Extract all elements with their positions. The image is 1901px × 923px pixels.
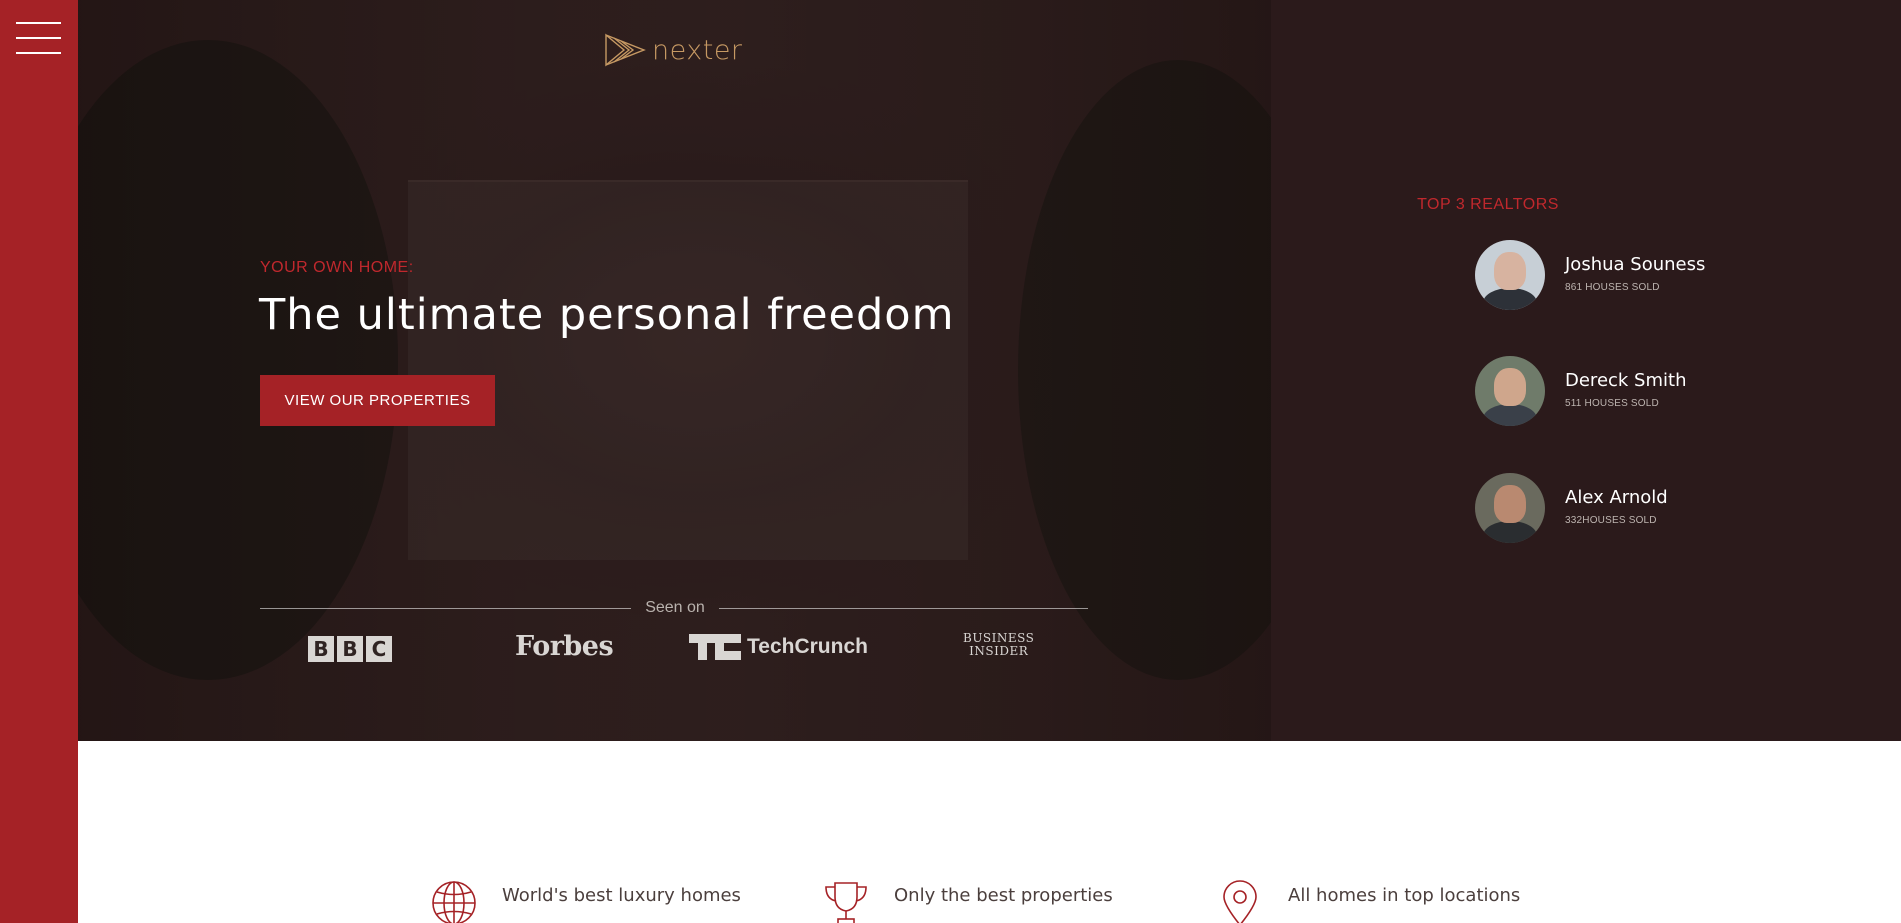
hero-subtitle: YOUR OWN HOME: — [260, 259, 414, 276]
avatar — [1475, 473, 1545, 543]
seen-on-divider: Seen on — [260, 598, 1088, 620]
background-photo-tree — [1018, 60, 1271, 680]
feature-label: Only the best properties — [894, 885, 1113, 906]
hero-title: The ultimate personal freedom — [259, 290, 955, 340]
realtors-title: TOP 3 REALTORS — [1417, 196, 1559, 213]
trophy-icon — [825, 882, 867, 923]
divider-line — [719, 608, 1088, 609]
realtor-card[interactable]: Alex Arnold 332HOUSES SOLD — [1475, 473, 1795, 543]
menu-bar — [16, 37, 61, 39]
feature-item: World's best luxury homes — [430, 879, 741, 923]
feature-item: Only the best properties — [822, 879, 1113, 923]
avatar-face — [1494, 485, 1526, 523]
bbc-logo: B B C — [308, 636, 392, 662]
divider-line — [260, 608, 631, 609]
realtor-houses-sold: 332HOUSES SOLD — [1565, 515, 1657, 526]
background-photo-tree — [78, 40, 398, 680]
forbes-logo: Forbes — [515, 631, 614, 662]
business-insider-line: INSIDER — [969, 644, 1029, 658]
globe-icon — [432, 881, 476, 923]
avatar-body — [1483, 288, 1537, 310]
avatar-face — [1494, 368, 1526, 406]
bbc-logo-letter: B — [337, 636, 363, 662]
avatar-body — [1483, 521, 1537, 543]
avatar-face — [1494, 252, 1526, 290]
feature-item: All homes in top locations — [1216, 879, 1520, 923]
realtor-name: Dereck Smith — [1565, 370, 1687, 391]
bbc-logo-letter: B — [308, 636, 334, 662]
sidebar — [0, 0, 78, 923]
techcrunch-mark-icon — [689, 634, 741, 660]
brand-logo[interactable]: nexter — [604, 32, 743, 68]
techcrunch-logo: TechCrunch — [689, 634, 868, 660]
realtors-panel: TOP 3 REALTORS Joshua Souness 861 HOUSES… — [1271, 0, 1901, 741]
avatar-body — [1483, 404, 1537, 426]
bbc-logo-letter: C — [366, 636, 392, 662]
seen-on-label: Seen on — [645, 599, 705, 616]
hamburger-menu-icon[interactable] — [16, 20, 61, 56]
logo-play-icon — [605, 33, 646, 67]
menu-bar — [16, 52, 61, 54]
brand-name: nexter — [652, 34, 743, 66]
map-pin-icon — [1223, 880, 1257, 923]
realtor-houses-sold: 511 HOUSES SOLD — [1565, 398, 1659, 409]
features-section: World's best luxury homes Only the best … — [78, 741, 1901, 923]
realtor-card[interactable]: Dereck Smith 511 HOUSES SOLD — [1475, 356, 1795, 426]
avatar — [1475, 356, 1545, 426]
business-insider-logo: BUSINESS INSIDER — [963, 632, 1034, 658]
feature-label: All homes in top locations — [1288, 885, 1521, 906]
realtor-card[interactable]: Joshua Souness 861 HOUSES SOLD — [1475, 240, 1795, 310]
avatar — [1475, 240, 1545, 310]
background-photo-building — [408, 180, 968, 560]
view-properties-button[interactable]: VIEW OUR PROPERTIES — [260, 375, 495, 426]
realtor-houses-sold: 861 HOUSES SOLD — [1565, 282, 1660, 293]
menu-bar — [16, 22, 61, 24]
realtor-name: Joshua Souness — [1565, 254, 1706, 275]
realtor-name: Alex Arnold — [1565, 487, 1668, 508]
hero-section: nexter YOUR OWN HOME: The ultimate perso… — [78, 0, 1271, 741]
feature-label: World's best luxury homes — [502, 885, 741, 906]
techcrunch-wordmark: TechCrunch — [747, 635, 868, 658]
